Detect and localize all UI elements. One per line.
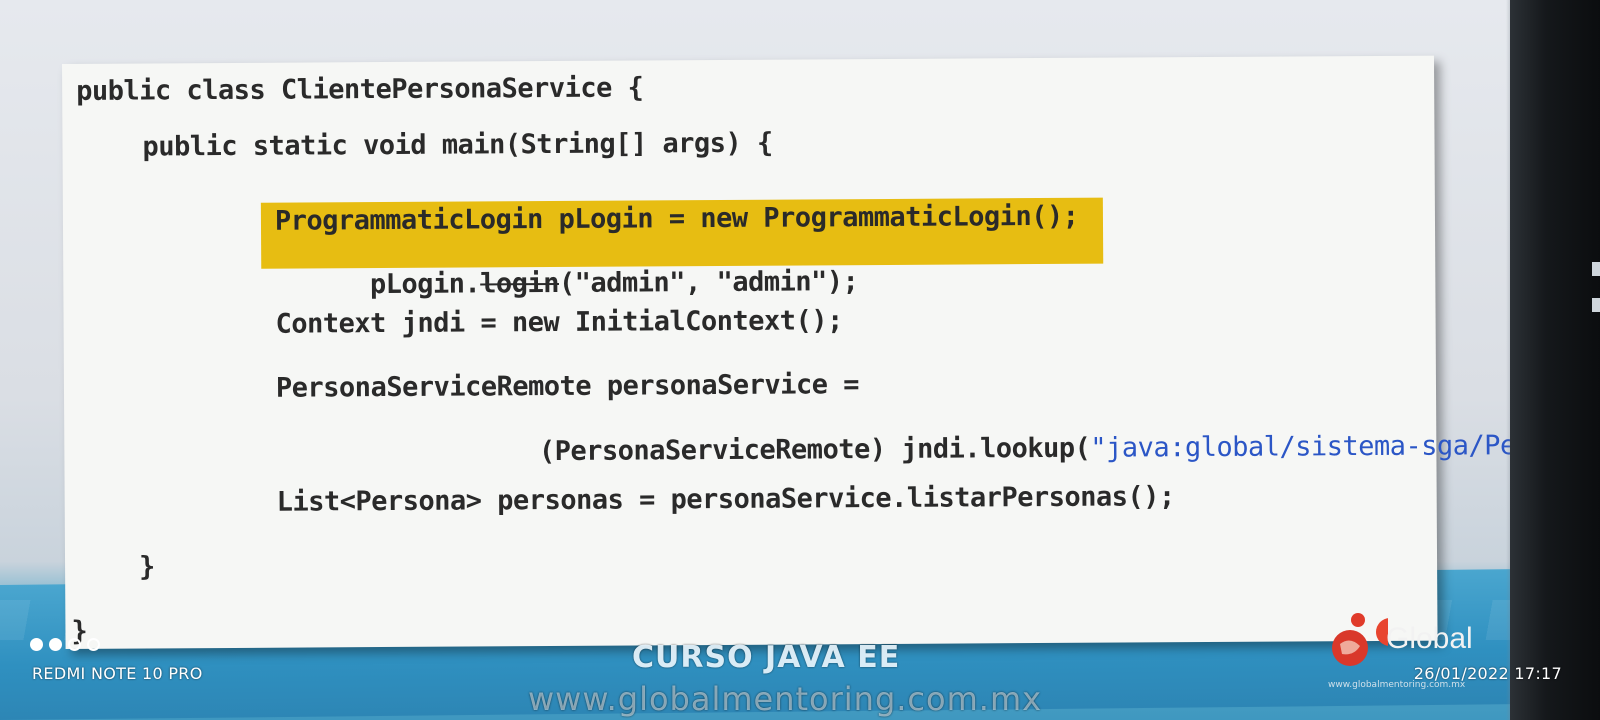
code-lookup-prefix: (PersonaServiceRemote) jndi.lookup( bbox=[538, 432, 1091, 468]
code-login-struck: login bbox=[480, 267, 560, 300]
code-lookup-string: "java:global/sistema-sga/Pe bbox=[1090, 430, 1516, 464]
dot-filled bbox=[49, 638, 62, 651]
code-line-context: Context jndi = new InitialContext(); bbox=[275, 305, 843, 340]
timestamp-watermark: 26/01/2022 17:17 bbox=[1413, 664, 1562, 683]
logo-wordmark: Global bbox=[1386, 622, 1473, 655]
bezel-mark bbox=[1592, 262, 1600, 276]
course-url: www.globalmentoring.com.mx bbox=[528, 680, 1043, 718]
code-login-suffix: ("admin", "admin"); bbox=[558, 266, 859, 299]
dot-empty bbox=[68, 638, 81, 651]
course-title: CURSO JAVA EE bbox=[632, 640, 901, 675]
camera-page-dots bbox=[30, 638, 100, 651]
monitor-bezel bbox=[1510, 0, 1600, 720]
code-line-list-personas: List<Persona> personas = personaService.… bbox=[276, 481, 1175, 518]
dot-filled bbox=[30, 638, 43, 651]
bezel-mark bbox=[1592, 298, 1600, 312]
device-watermark: REDMI NOTE 10 PRO bbox=[32, 664, 203, 683]
code-line-service-declaration: PersonaServiceRemote personaService = bbox=[275, 369, 860, 404]
code-line-class-declaration: public class ClientePersonaService { bbox=[76, 72, 644, 107]
dot-empty bbox=[87, 638, 100, 651]
code-line-programmatic-login: ProgrammaticLogin pLogin = new Programma… bbox=[274, 200, 1079, 237]
code-line-close-method: } bbox=[138, 551, 155, 583]
code-login-prefix: pLogin. bbox=[369, 268, 481, 301]
code-panel: public class ClientePersonaService { pub… bbox=[62, 55, 1516, 649]
photo-of-screen: public class ClientePersonaService { pub… bbox=[0, 0, 1600, 720]
globe-logo-icon bbox=[1332, 613, 1404, 666]
code-line-main-method: public static void main(String[] args) { bbox=[142, 127, 773, 163]
